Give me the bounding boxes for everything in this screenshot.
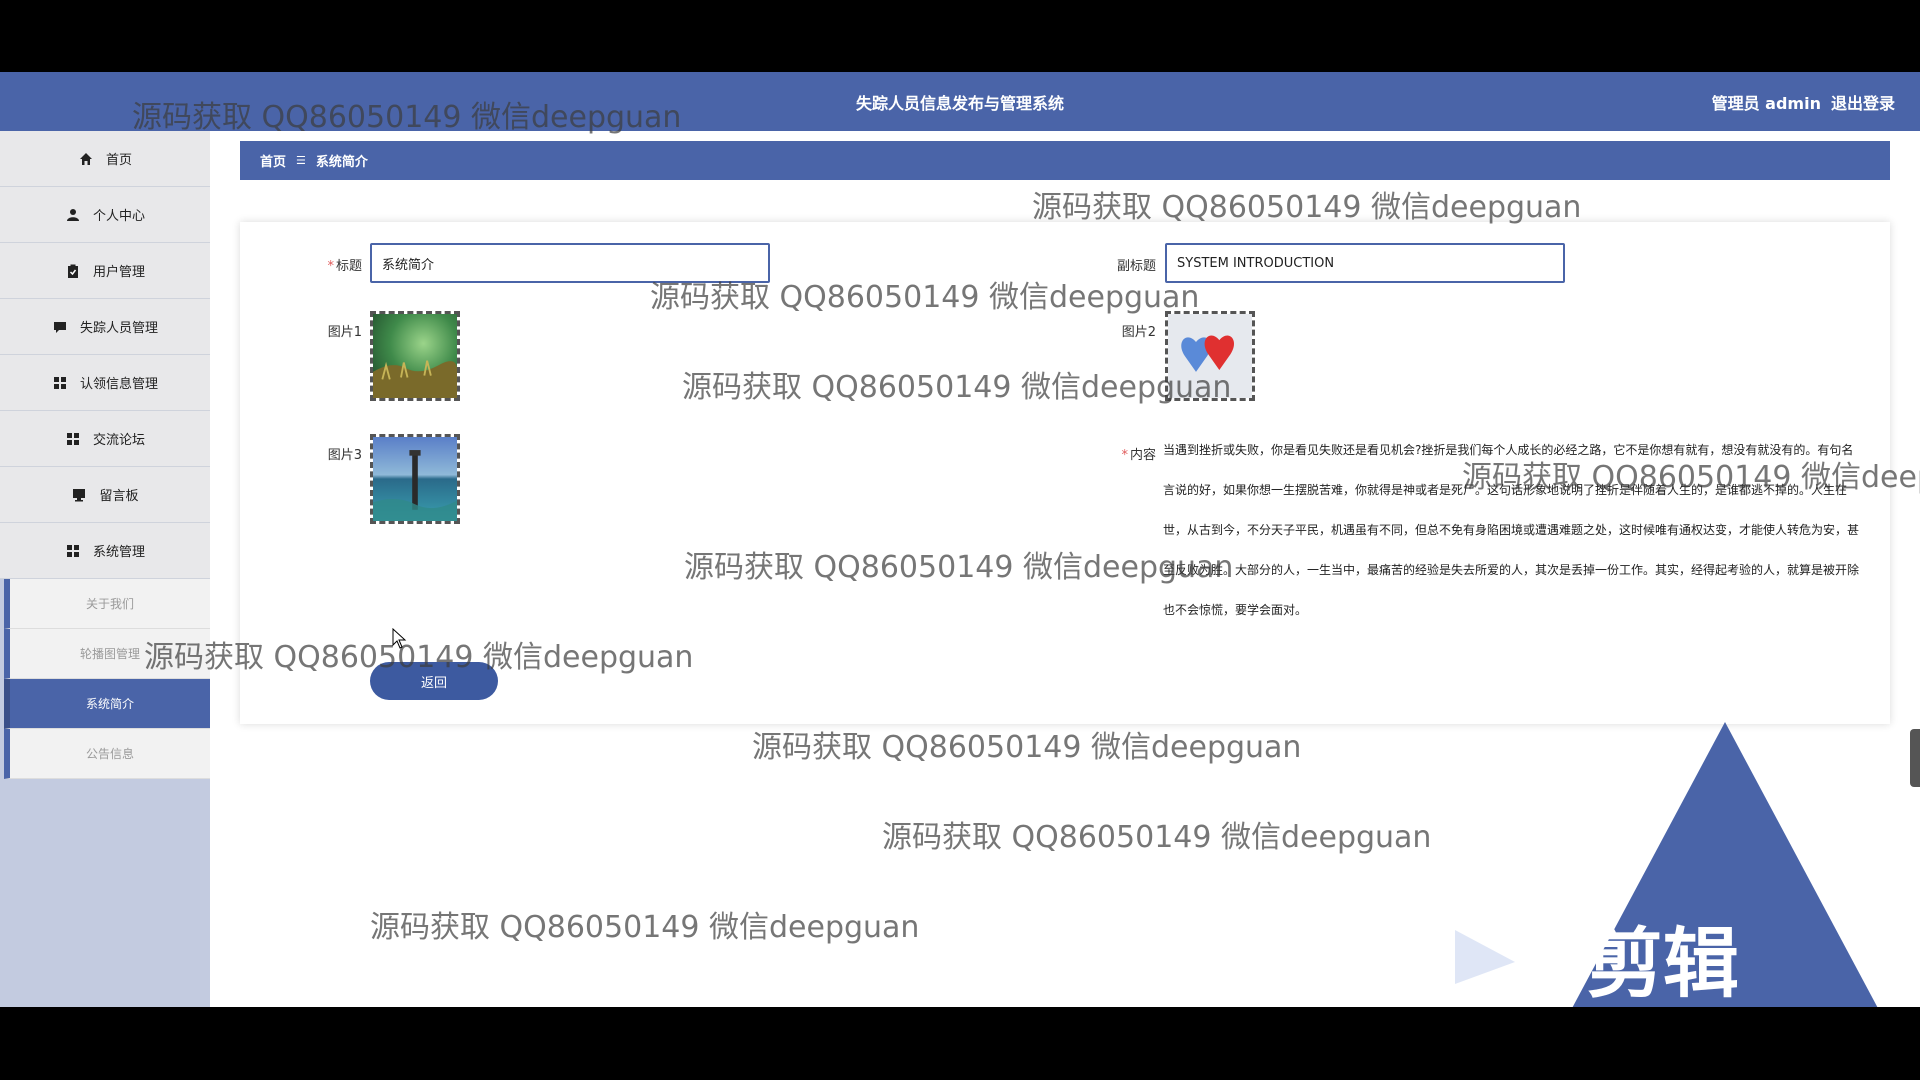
sidebar-item-label: 系统管理: [92, 545, 145, 560]
sidebar-item-label: 留言板: [99, 489, 139, 504]
image2-thumbnail[interactable]: [1165, 311, 1255, 401]
grid-icon: [52, 375, 68, 391]
video-editor-logo: V剪辑: [1450, 902, 1739, 1007]
side-scroll-handle[interactable]: [1910, 729, 1920, 787]
sidebar-item-label: 交流论坛: [92, 433, 145, 448]
sidebar-item-label: 个人中心: [92, 209, 145, 224]
monitor-icon: [71, 487, 87, 503]
app-screen: 失踪人员信息发布与管理系统 管理员 admin 退出登录 首页 个人中心 用户管…: [0, 72, 1920, 1007]
sidebar-item-label: 认领信息管理: [79, 377, 158, 392]
watermark-text: 源码获取 QQ86050149 微信deepguan: [1032, 190, 1582, 225]
title-input[interactable]: 系统简介: [370, 243, 770, 283]
sidebar-item-label: 用户管理: [92, 265, 145, 280]
sidebar: 首页 个人中心 用户管理 失踪人员管理 认领信息管理 交流论坛 留言板 系统管理…: [0, 131, 210, 1007]
sidebar-item-personal-center[interactable]: 个人中心: [0, 187, 210, 243]
sidebar-subitem-about-us[interactable]: 关于我们: [4, 579, 210, 629]
sidebar-item-forum[interactable]: 交流论坛: [0, 411, 210, 467]
home-icon: [78, 151, 94, 167]
title-label: * 标题: [327, 259, 362, 274]
back-button[interactable]: 返回: [370, 662, 498, 700]
video-editor-logo-text: V剪辑: [1528, 919, 1739, 1007]
watermark-text: 源码获取 QQ86050149 微信deepguan: [752, 730, 1302, 765]
logout-link[interactable]: 退出登录: [1831, 90, 1895, 114]
mouse-cursor-icon: [392, 628, 407, 649]
grid-icon: [65, 543, 81, 559]
sidebar-item-claim-info[interactable]: 认领信息管理: [0, 355, 210, 411]
image3-label: 图片3: [327, 448, 362, 463]
breadcrumb-separator-icon: ☰: [296, 154, 306, 167]
image2-label: 图片2: [1121, 325, 1156, 340]
clipboard-icon: [65, 263, 81, 279]
sidebar-item-user-management[interactable]: 用户管理: [0, 243, 210, 299]
subtitle-input[interactable]: SYSTEM INTRODUCTION: [1165, 243, 1565, 283]
watermark-text: 源码获取 QQ86050149 微信deepguan: [370, 910, 920, 945]
content-text: 当遇到挫折或失败，你是看见失败还是看见机会?挫折是我们每个人成长的必经之路，它不…: [1163, 443, 1860, 617]
breadcrumb-home[interactable]: 首页: [260, 151, 286, 170]
sidebar-item-label: 首页: [105, 153, 132, 168]
user-icon: [65, 207, 81, 223]
subtitle-label: 副标题: [1116, 259, 1156, 274]
image1-label: 图片1: [327, 325, 362, 340]
sidebar-subitem-system-intro[interactable]: 系统简介: [4, 679, 210, 729]
required-mark: *: [327, 259, 334, 274]
play-logo-icon: [1455, 930, 1515, 984]
breadcrumb-current: 系统简介: [315, 155, 368, 170]
admin-user-label: 管理员 admin: [1711, 94, 1821, 113]
sidebar-subitem-announcements[interactable]: 公告信息: [4, 729, 210, 779]
sidebar-subitem-carousel[interactable]: 轮播图管理: [4, 629, 210, 679]
app-title: 失踪人员信息发布与管理系统: [855, 94, 1064, 113]
comment-icon: [52, 319, 68, 335]
content-label: * 内容: [1121, 448, 1156, 463]
required-mark: *: [1121, 448, 1128, 463]
sidebar-item-home[interactable]: 首页: [0, 131, 210, 187]
sidebar-item-missing-persons[interactable]: 失踪人员管理: [0, 299, 210, 355]
grid-icon: [65, 431, 81, 447]
form-card: * 标题 系统简介 副标题 SYSTEM INTRODUCTION 图片1 图片2…: [240, 222, 1890, 724]
header-user-area: 管理员 admin 退出登录: [1712, 90, 1895, 114]
image3-thumbnail[interactable]: [370, 434, 460, 524]
sidebar-item-system-management[interactable]: 系统管理: [0, 523, 210, 579]
image1-thumbnail[interactable]: [370, 311, 460, 401]
top-header: 失踪人员信息发布与管理系统 管理员 admin 退出登录: [0, 72, 1920, 131]
breadcrumb: 首页 ☰ 系统简介: [240, 141, 1890, 180]
sidebar-item-message-board[interactable]: 留言板: [0, 467, 210, 523]
watermark-text: 源码获取 QQ86050149 微信deepguan: [882, 820, 1432, 855]
sidebar-item-label: 失踪人员管理: [79, 321, 158, 336]
